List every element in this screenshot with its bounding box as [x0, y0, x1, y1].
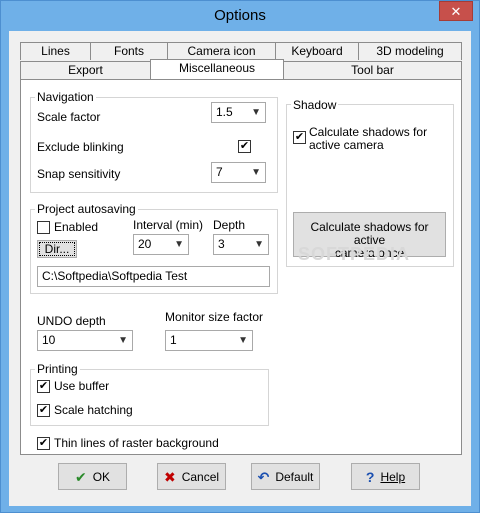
snap-sensitivity-value: 7: [216, 165, 223, 179]
use-buffer-label: Use buffer: [54, 379, 110, 393]
chevron-down-icon: ▼: [118, 335, 128, 346]
printing-group: [30, 369, 269, 426]
default-button-label: Default: [275, 469, 314, 484]
window-title: Options: [214, 7, 266, 24]
autosave-group-title: Project autosaving: [35, 202, 138, 216]
monitor-size-value: 1: [170, 333, 177, 347]
scale-factor-select[interactable]: 1.5 ▼: [211, 102, 266, 123]
scale-hatching-label: Scale hatching: [54, 403, 133, 417]
dir-button[interactable]: Dir...: [37, 240, 77, 258]
chevron-down-icon: ▼: [238, 335, 248, 346]
x-icon: ✖: [163, 468, 176, 485]
close-button[interactable]: ✕: [439, 1, 473, 21]
depth-select[interactable]: 3 ▼: [213, 234, 269, 255]
chevron-down-icon: ▼: [251, 107, 261, 118]
exclude-blinking-label: Exclude blinking: [37, 140, 124, 154]
interval-value: 20: [138, 237, 152, 251]
printing-group-title: Printing: [35, 362, 80, 376]
depth-label: Depth: [213, 218, 246, 232]
exclude-blinking-checkbox[interactable]: ✔: [238, 140, 251, 153]
use-buffer-checkbox[interactable]: ✔: [37, 380, 50, 393]
calc-shadows-label: Calculate shadows for active camera: [309, 126, 427, 152]
ok-button[interactable]: ✔ OK: [58, 463, 127, 490]
scale-factor-label: Scale factor: [37, 110, 101, 124]
snap-sensitivity-label: Snap sensitivity: [37, 167, 121, 181]
calc-shadows-label-line2: active camera: [309, 138, 384, 152]
tab-keyboard[interactable]: Keyboard: [275, 42, 359, 60]
tab-lines[interactable]: Lines: [20, 42, 91, 60]
shadow-group-title: Shadow: [291, 98, 339, 112]
thin-lines-label: Thin lines of raster background: [54, 436, 219, 450]
chevron-down-icon: ▼: [174, 239, 184, 250]
undo-arrow-icon: ↶: [257, 468, 270, 485]
softpedia-watermark: SOFTPEDIA: [298, 244, 411, 264]
undo-depth-value: 10: [42, 333, 56, 347]
checkmark-icon: ✔: [74, 468, 87, 485]
ok-button-label: OK: [92, 469, 111, 484]
tab-export[interactable]: Export: [20, 61, 151, 79]
tab-fonts[interactable]: Fonts: [90, 42, 168, 60]
interval-select[interactable]: 20 ▼: [133, 234, 189, 255]
cancel-button[interactable]: ✖ Cancel: [157, 463, 226, 490]
interval-label: Interval (min): [133, 218, 204, 232]
cancel-button-label: Cancel: [181, 469, 220, 484]
chevron-down-icon: ▼: [254, 239, 264, 250]
question-mark-icon: ?: [365, 468, 375, 485]
calc-shadows-checkbox[interactable]: ✔: [293, 131, 306, 144]
depth-value: 3: [218, 237, 225, 251]
autosave-enabled-checkbox[interactable]: [37, 221, 50, 234]
undo-depth-label: UNDO depth: [37, 314, 106, 328]
scale-factor-value: 1.5: [216, 105, 233, 119]
scale-hatching-checkbox[interactable]: ✔: [37, 404, 50, 417]
tab-tool-bar[interactable]: Tool bar: [283, 61, 462, 79]
autosave-path-input[interactable]: C:\Softpedia\Softpedia Test: [37, 266, 270, 287]
help-button-label: Help: [380, 469, 406, 484]
chevron-down-icon: ▼: [251, 167, 261, 178]
thin-lines-checkbox[interactable]: ✔: [37, 437, 50, 450]
tab-3d-modeling[interactable]: 3D modeling: [358, 42, 462, 60]
options-window: Options ✕ Lines Fonts Camera icon Keyboa…: [0, 0, 480, 513]
snap-sensitivity-select[interactable]: 7 ▼: [211, 162, 266, 183]
default-button[interactable]: ↶ Default: [251, 463, 320, 490]
tab-camera-icon[interactable]: Camera icon: [167, 42, 276, 60]
monitor-size-label: Monitor size factor: [165, 310, 264, 324]
undo-depth-select[interactable]: 10 ▼: [37, 330, 133, 351]
tab-miscellaneous[interactable]: Miscellaneous: [150, 59, 284, 79]
title-bar[interactable]: Options ✕: [1, 1, 479, 31]
autosave-enabled-label: Enabled: [54, 220, 99, 234]
navigation-group-title: Navigation: [35, 90, 96, 104]
monitor-size-select[interactable]: 1 ▼: [165, 330, 253, 351]
help-button[interactable]: ? Help: [351, 463, 420, 490]
